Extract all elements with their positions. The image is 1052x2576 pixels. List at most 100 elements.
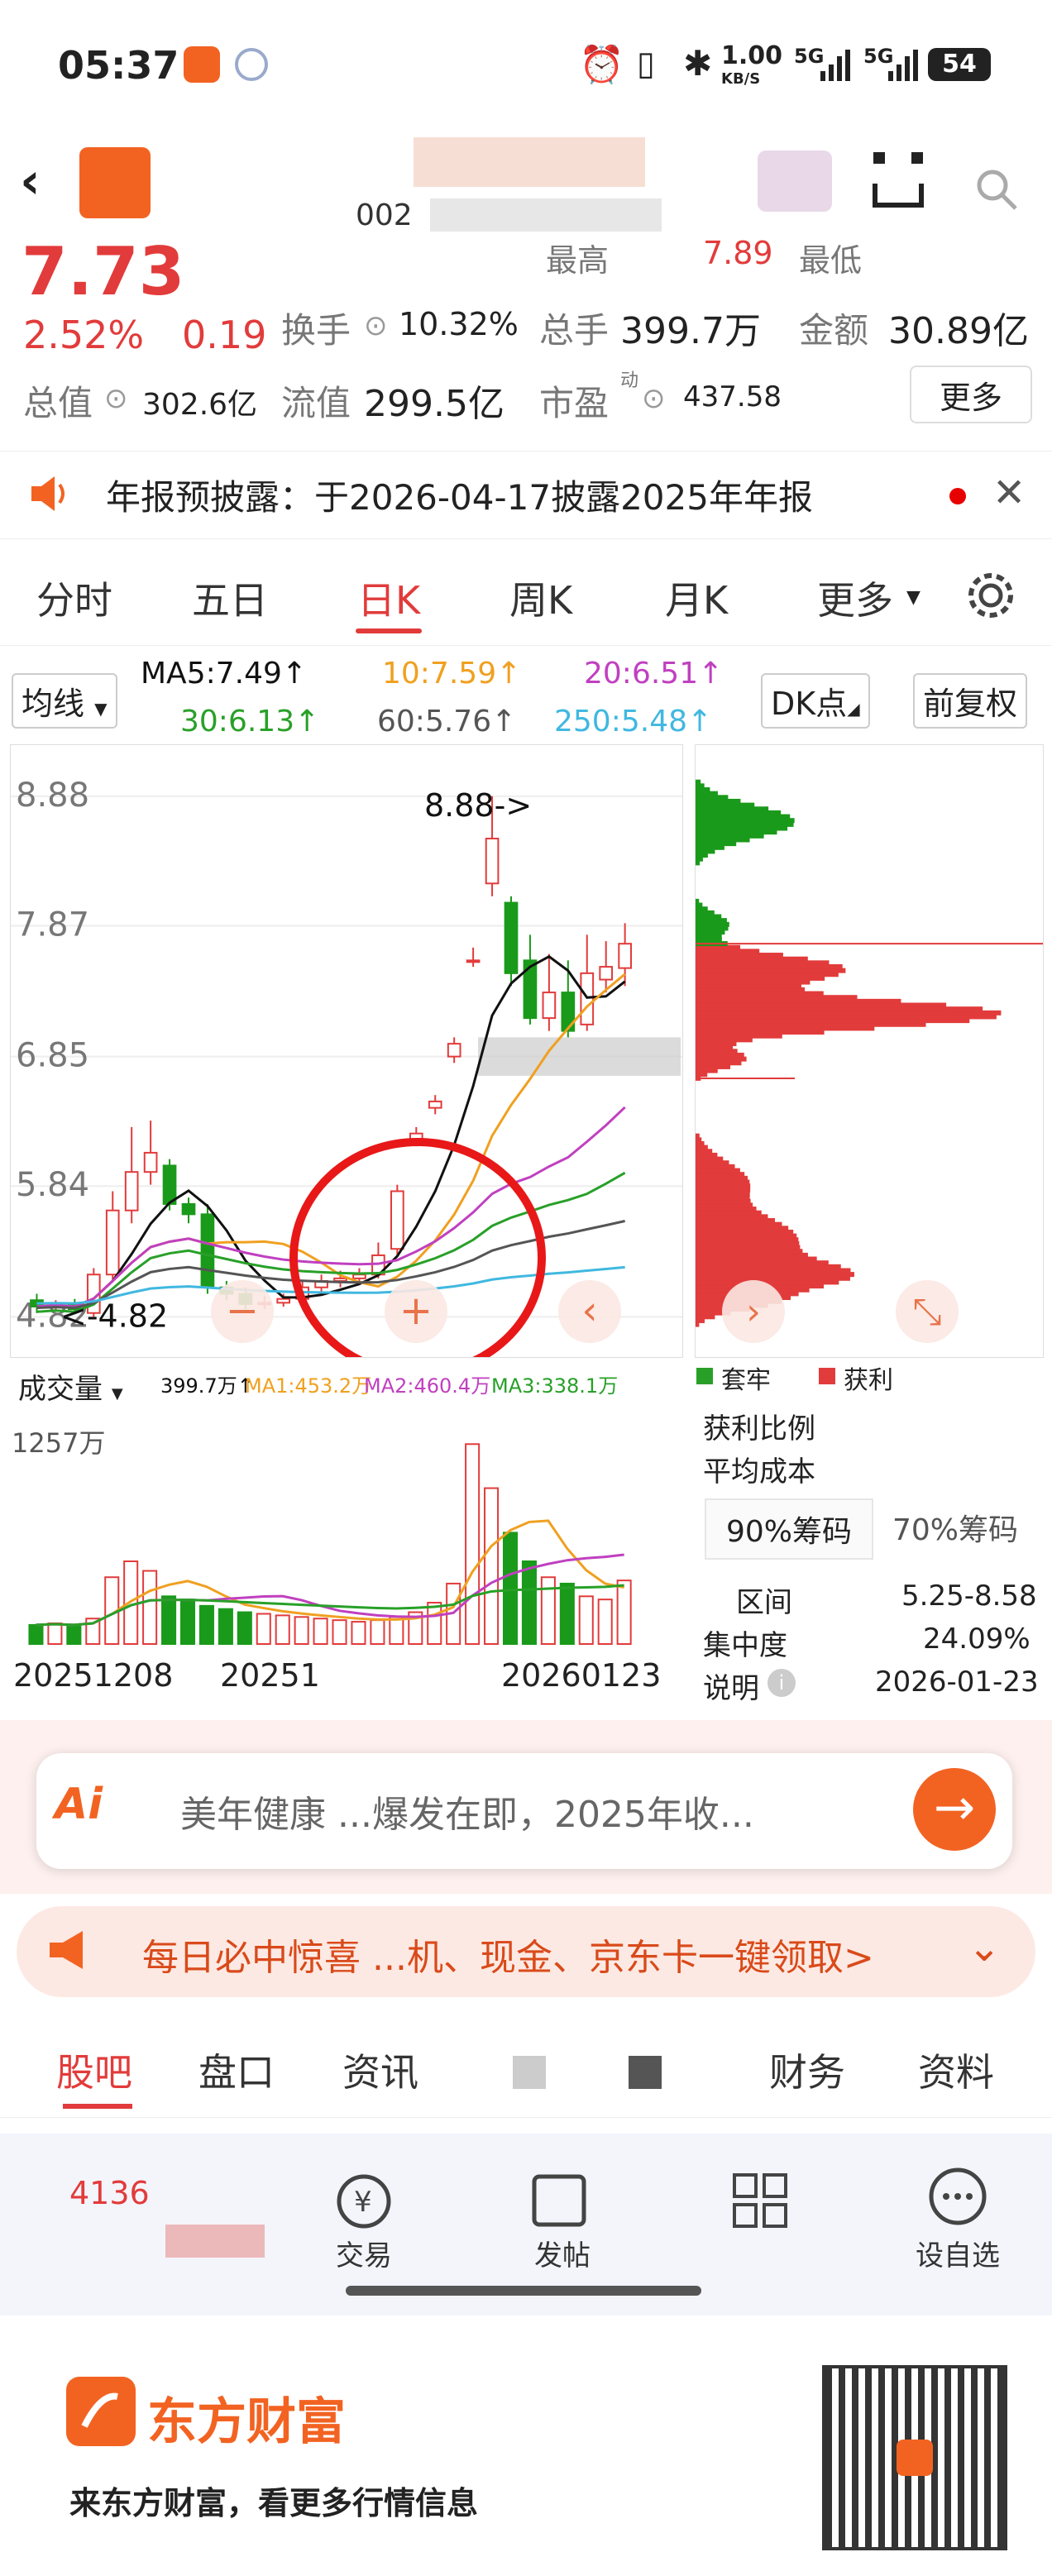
- low-label: 最低: [799, 242, 863, 279]
- volume-chart[interactable]: 1257万: [10, 1421, 681, 1647]
- ai-assistant-bar[interactable]: Ai 美年健康 ...爆发在即，2025年收... →: [36, 1753, 1012, 1869]
- chip-distribution-chart[interactable]: › ⤡: [695, 744, 1044, 1358]
- tab-monthly-k[interactable]: 月K: [665, 571, 728, 625]
- expand-button[interactable]: ⤡: [896, 1280, 959, 1343]
- candle-body: [580, 972, 595, 1025]
- bottom-item-blurred[interactable]: [165, 2225, 265, 2258]
- adjust-button[interactable]: 前复权: [913, 673, 1028, 729]
- bottom-item-watchlist[interactable]: 设自选: [875, 2233, 1040, 2273]
- chip-forward-button[interactable]: ›: [722, 1280, 785, 1343]
- candle-body: [466, 959, 481, 963]
- volume-bar: [161, 1595, 177, 1645]
- dk-button[interactable]: DK点◢: [761, 673, 870, 729]
- add-watchlist-icon[interactable]: [865, 147, 931, 213]
- chevron-down-icon[interactable]: ⌄: [968, 1924, 1001, 1971]
- chevron-down-icon: ▼: [111, 1385, 123, 1403]
- range-label: 区间: [736, 1586, 792, 1619]
- date-start: 20251208: [13, 1657, 174, 1694]
- status-time: 05:37: [58, 43, 179, 88]
- float-mv-value: 299.5亿: [364, 383, 504, 425]
- volume-bar: [179, 1599, 196, 1645]
- bottom-toolbar: 4136 ¥ 交易 发帖 设自选: [0, 2134, 1052, 2316]
- ma60-value: 60:5.76↑: [377, 705, 517, 738]
- arrow-right-icon[interactable]: →: [913, 1768, 996, 1851]
- candle-body: [390, 1190, 404, 1250]
- tab-order-book[interactable]: 盘口: [198, 2043, 275, 2097]
- bottom-item-post[interactable]: 发帖: [480, 2233, 645, 2273]
- info-icon[interactable]: i: [767, 1669, 796, 1697]
- zoom-out-button[interactable]: −: [211, 1280, 274, 1343]
- active-subtab-indicator: [63, 2104, 132, 2109]
- chart-tabs: 分时 五日 日K 周K 月K 更多 ▼: [0, 546, 1052, 646]
- more-options-icon[interactable]: [925, 2163, 991, 2230]
- amount-value: 30.89亿: [888, 310, 1029, 352]
- tab-daily-k[interactable]: 日K: [357, 571, 420, 625]
- ma-selector[interactable]: 均线 ▼: [12, 673, 117, 729]
- candle-body: [124, 1171, 139, 1212]
- tab-blurred-2[interactable]: [629, 2056, 662, 2089]
- tab-finance[interactable]: 财务: [769, 2043, 845, 2097]
- gear-icon[interactable]: [964, 569, 1017, 622]
- kline-chart[interactable]: 8.88 7.87 6.85 5.84 4.82 8.88-> <-4.82− + ‹: [10, 744, 683, 1378]
- tab-news[interactable]: 资讯: [342, 2043, 418, 2097]
- date-end: 20260123: [501, 1657, 662, 1694]
- trade-icon[interactable]: ¥: [331, 2168, 397, 2234]
- amount-label: 金额: [799, 310, 869, 351]
- back-icon[interactable]: ‹: [20, 152, 41, 210]
- grid-icon[interactable]: [728, 2168, 794, 2234]
- pe-sup: 动: [620, 370, 639, 391]
- more-button[interactable]: 更多: [910, 366, 1032, 423]
- stock-name-blurred: [414, 137, 645, 187]
- tab-intraday[interactable]: 分时: [36, 571, 112, 625]
- footer-banner: 东方财富 来东方财富，看更多行情信息: [0, 2324, 1052, 2576]
- chip90-button[interactable]: 90%筹码: [705, 1498, 873, 1560]
- scroll-left-button[interactable]: ‹: [558, 1280, 621, 1343]
- search-icon[interactable]: [973, 165, 1022, 210]
- info-icon[interactable]: ⊙: [642, 382, 666, 415]
- tab-more[interactable]: 更多: [817, 571, 893, 625]
- avg-cost-label: 平均成本: [703, 1455, 815, 1489]
- avatar[interactable]: [758, 151, 832, 212]
- min-price-marker: <-4.82: [60, 1298, 168, 1334]
- candle-body: [504, 901, 519, 974]
- tab-weekly-k[interactable]: 周K: [509, 571, 572, 625]
- quote-panel: 7.73 2.52% 0.19 最高 7.89 最低 换手 ⊙ 10.32% 总…: [0, 233, 1052, 438]
- max-price-marker: 8.88->: [424, 787, 532, 824]
- info-icon[interactable]: ⊙: [364, 309, 388, 342]
- info-tabs: 股吧 盘口 资讯 财务 资料: [0, 2018, 1052, 2118]
- volume-bar: [389, 1616, 404, 1645]
- close-icon[interactable]: ✕: [992, 470, 1026, 516]
- tab-profile[interactable]: 资料: [918, 2043, 994, 2097]
- stock-code: 002: [356, 198, 413, 232]
- expand-button-label: ⤡: [912, 1291, 941, 1333]
- concentration-value: 24.09%: [923, 1623, 1030, 1656]
- ma30-value: 30:6.13↑: [180, 705, 320, 738]
- chip-forward-button-label: ›: [746, 1291, 761, 1333]
- volume-bar: [47, 1623, 63, 1645]
- note-value: 2026-01-23: [875, 1666, 1039, 1699]
- chip70-button[interactable]: 70%筹码: [877, 1498, 1034, 1556]
- chip-bar: [696, 898, 700, 904]
- count-badge: 4136: [69, 2175, 150, 2211]
- bottom-item-trade[interactable]: 交易: [281, 2233, 447, 2273]
- battery-icon: 54: [928, 48, 991, 81]
- tab-blurred-1[interactable]: [513, 2056, 546, 2089]
- post-icon[interactable]: [529, 2172, 595, 2230]
- chevron-down-icon: ◢: [847, 699, 860, 719]
- zoom-in-button[interactable]: +: [385, 1280, 447, 1343]
- volume-ma1: MA1:453.2万: [245, 1374, 372, 1398]
- alarm-icon: ⏰: [579, 44, 624, 86]
- volume-value: 399.7万: [620, 310, 761, 352]
- tab-forum[interactable]: 股吧: [56, 2043, 132, 2097]
- ai-logo-icon: Ai: [55, 1780, 103, 1829]
- volume-selector[interactable]: 成交量 ▼: [10, 1363, 132, 1410]
- home-indicator: [346, 2286, 701, 2296]
- volume-bar: [142, 1570, 158, 1646]
- notice-bar[interactable]: 年报预披露：于2026-04-17披露2025年年报 ✕: [0, 451, 1052, 539]
- ma-line: [36, 973, 626, 1308]
- promo-banner[interactable]: 每日必中惊喜 ...机、现金、京东卡一键领取> ⌄: [17, 1906, 1035, 1997]
- footer-slogan: 来东方财富，看更多行情信息: [69, 2485, 479, 2521]
- info-icon[interactable]: ⊙: [104, 382, 128, 415]
- browser-notification-icon: [235, 48, 268, 81]
- tab-five-day[interactable]: 五日: [192, 571, 268, 625]
